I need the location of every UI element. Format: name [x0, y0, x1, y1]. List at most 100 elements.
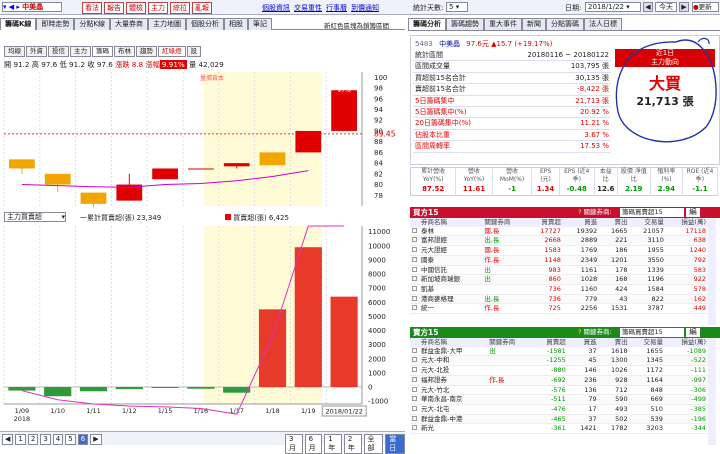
- table-row[interactable]: 統一 作,長 725 2256 1531 3787 449: [410, 303, 708, 314]
- indicator-tab-4[interactable]: 籌碼: [92, 46, 113, 57]
- summary-label: 5日籌碼集中(%): [415, 108, 467, 117]
- right-tab-0[interactable]: 籌碼分析: [408, 18, 446, 30]
- candle-1/17: [223, 163, 250, 167]
- table-cell: -997: [691, 375, 706, 384]
- buy-edit-button[interactable]: 編: [686, 208, 700, 217]
- refresh-button[interactable]: ●更新: [692, 2, 719, 12]
- left-tab-3[interactable]: 大量券商: [110, 18, 149, 30]
- bar-1/18: [258, 309, 287, 388]
- left-tab-4[interactable]: 主力地圖: [148, 18, 187, 30]
- table-row[interactable]: 中國信託 出 983 1161 178 1339 583: [410, 265, 708, 275]
- indicator-tab-0[interactable]: 均線: [4, 46, 25, 57]
- range-button-0[interactable]: 3月: [285, 434, 303, 454]
- range-button-2[interactable]: 1年: [324, 434, 342, 454]
- table-row[interactable]: 元大證經 國,長 1583 1769 186 1955 1240: [410, 245, 708, 256]
- page-button-6[interactable]: 6: [77, 434, 89, 445]
- today-button[interactable]: 今天: [655, 2, 677, 12]
- left-tab-7[interactable]: 筆記: [248, 18, 273, 30]
- table-row[interactable]: 群益金鼎-大甲 出 -1581 37 1618 1655 -1089: [410, 346, 708, 356]
- left-tab-6[interactable]: 相股: [224, 18, 249, 30]
- toolbar-link-4[interactable]: 綜拉: [170, 2, 190, 14]
- scroll-right-button[interactable]: ▶: [90, 434, 102, 445]
- right-link-1[interactable]: 交易重性: [294, 4, 322, 12]
- table-cell: 583: [693, 265, 706, 274]
- table-cell: 作,長: [484, 255, 500, 264]
- table-cell: 236: [584, 375, 597, 384]
- date-input[interactable]: 2018/1/22 ▾: [585, 2, 641, 12]
- table-row[interactable]: 華南永昌-南京 -511 79 590 669 -499: [410, 394, 708, 405]
- table-row[interactable]: 福邦證券 作,長 -692 236 928 1164 -997: [410, 375, 708, 386]
- range-button-today[interactable]: 當日: [385, 434, 405, 454]
- indicator-tab-3[interactable]: 主力: [70, 46, 91, 57]
- scroll-left-button[interactable]: ◀: [2, 434, 14, 445]
- table-row[interactable]: 新光 -361 1421 1782 3203 -344: [410, 423, 708, 434]
- page-button-4[interactable]: 4: [52, 434, 64, 445]
- indicator-tab-6[interactable]: 趨勢: [136, 46, 157, 57]
- table-row[interactable]: 港商麥格理 出,長 736 779 43 822 162: [410, 294, 708, 304]
- sell-filter-select[interactable]: 籌碼買賣超15: [620, 328, 684, 337]
- table-cell: 元大-北屯: [421, 404, 450, 413]
- table-cell: 作,長: [484, 304, 500, 313]
- table-cell: 928: [615, 375, 628, 384]
- table-row[interactable]: 群益金鼎-中港 -465 37 502 539 -196: [410, 414, 708, 424]
- table-row[interactable]: 泰林 國,長 17727 19392 1665 21057 17118: [410, 226, 708, 236]
- right-link-0[interactable]: 個股資訊: [262, 4, 290, 12]
- left-tab-2[interactable]: 分點K線: [74, 18, 111, 30]
- range-button-1[interactable]: 6月: [304, 434, 323, 454]
- indicator-tab-8[interactable]: 設: [186, 46, 201, 57]
- indicator-tab-7[interactable]: 紅綠燈: [158, 46, 186, 57]
- table-row[interactable]: 富邦證經 出,長 2668 2889 221 3110 638: [410, 235, 708, 246]
- buy-filter-select[interactable]: 籌碼買賣超15: [620, 208, 684, 217]
- left-tab-5[interactable]: 個股分析: [186, 18, 225, 30]
- indicator-select[interactable]: 主力買賣超 ▾: [4, 212, 66, 222]
- range-button-3[interactable]: 2年: [343, 434, 362, 454]
- indicator-tab-5[interactable]: 布林: [114, 46, 135, 57]
- toolbar-link-5[interactable]: 亂報: [192, 2, 212, 14]
- candle-1/18: [259, 152, 286, 166]
- page-button-3[interactable]: 3: [40, 434, 51, 445]
- stock-selector[interactable]: ▾ ◀ ▸ 中美晶: [2, 2, 62, 12]
- table-row[interactable]: 元大-北屯 -476 17 493 510 -385: [410, 404, 708, 415]
- toolbar-link-0[interactable]: 看法: [82, 2, 102, 14]
- table-row[interactable]: 國泰 作,長 1148 2349 1201 3550 792: [410, 255, 708, 266]
- table-cell: 736: [548, 284, 561, 293]
- right-tab-3[interactable]: 新聞: [522, 18, 546, 30]
- table-row[interactable]: 元大-中和 -1255 45 1300 1345 -522: [410, 355, 708, 366]
- page-button-5[interactable]: 5: [65, 434, 76, 445]
- indicator-tab-2[interactable]: 投信: [48, 46, 69, 57]
- range-button-4[interactable]: 全部: [363, 434, 384, 454]
- page-button-1[interactable]: 1: [15, 434, 26, 445]
- prev-day-button[interactable]: ◀: [643, 2, 653, 12]
- right-link-2[interactable]: 行事曆: [326, 4, 347, 12]
- table-cell: 福邦證券: [421, 375, 447, 384]
- bar-1/15: [151, 387, 179, 389]
- table-cell: [487, 356, 532, 366]
- right-link-3[interactable]: 到價通知: [351, 4, 379, 12]
- table-row[interactable]: 新加坡商瑞銀 出 860 1028 168 1196 922: [410, 274, 708, 285]
- sell-table-scrollbar[interactable]: [708, 339, 716, 445]
- left-tab-0[interactable]: 籌碼K線: [0, 18, 37, 30]
- right-tab-1[interactable]: 籌碼趨勢: [446, 18, 484, 30]
- indicator-tab-1[interactable]: 外資: [26, 46, 47, 57]
- next-day-button[interactable]: ▶: [679, 2, 689, 12]
- toolbar-link-2[interactable]: 體檢: [126, 2, 146, 14]
- sell-edit-button[interactable]: 編: [686, 328, 700, 337]
- toolbar-link-3[interactable]: 主力: [148, 2, 168, 14]
- left-tab-1[interactable]: 即時走勢: [36, 18, 75, 30]
- table-row[interactable]: 元大-北投 -880 146 1026 1172 -111: [410, 365, 708, 376]
- table-cell: 43: [619, 294, 628, 303]
- toolbar-link-1[interactable]: 報告: [104, 2, 124, 14]
- table-row[interactable]: 元大-竹北 -576 136 712 848 -306: [410, 385, 708, 395]
- table-cell: 1161: [580, 265, 598, 274]
- table-cell: -692: [550, 375, 566, 384]
- right-tab-2[interactable]: 重大事件: [484, 18, 522, 30]
- stats-days-select[interactable]: 5 ▾: [446, 2, 468, 12]
- page-button-2[interactable]: 2: [27, 434, 39, 445]
- summary-row: 區間成交量 103,795 張: [413, 61, 611, 73]
- right-tab-4[interactable]: 分點籌碼: [546, 18, 584, 30]
- buy-table-scrollbar[interactable]: [708, 219, 716, 325]
- column-header: 券商名稱: [421, 338, 447, 346]
- right-tab-5[interactable]: 法人日標: [584, 18, 622, 30]
- candle-1/19: [295, 130, 322, 153]
- table-row[interactable]: 凱基 736 1160 424 1584 578: [410, 284, 708, 295]
